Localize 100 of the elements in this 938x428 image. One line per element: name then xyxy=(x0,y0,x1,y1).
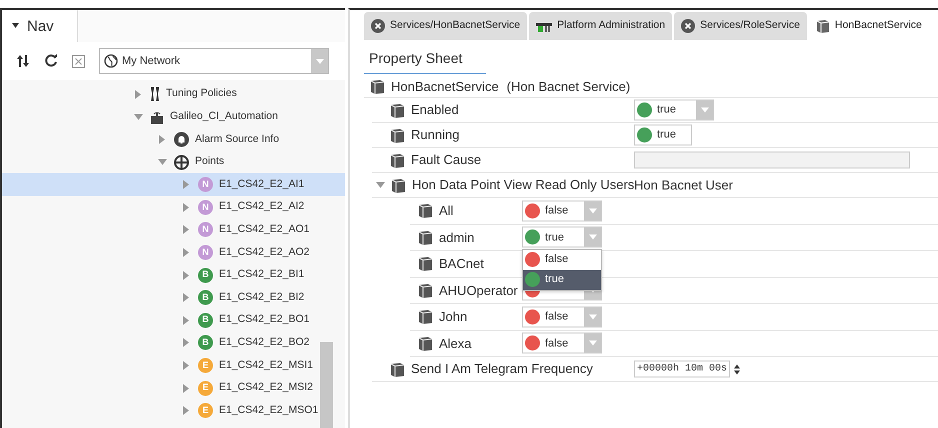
expand-arrow-icon[interactable] xyxy=(183,338,189,348)
close-icon xyxy=(681,19,696,33)
tree-item[interactable]: E E1_CS42_E2_MSI1 xyxy=(2,354,345,377)
caret-icon xyxy=(700,108,708,112)
tree-item[interactable]: B E1_CS42_E2_BO1 xyxy=(2,308,345,332)
caret-icon xyxy=(316,58,324,64)
property-label: Fault Cause xyxy=(411,151,482,170)
collapse-arrow-icon[interactable] xyxy=(376,182,385,188)
tree-label: Tuning Policies xyxy=(166,86,237,102)
expand-arrow-icon[interactable] xyxy=(183,384,189,393)
caret-icon xyxy=(588,208,596,214)
tree-item[interactable]: Alarm Source Info xyxy=(2,128,345,151)
property-label: Enabled xyxy=(411,101,459,120)
cube-icon xyxy=(418,336,433,351)
tree-item[interactable]: Points xyxy=(2,150,345,174)
cube-icon xyxy=(390,102,405,118)
sort-icon[interactable] xyxy=(16,54,30,68)
badge: E xyxy=(198,358,213,373)
expand-arrow-icon[interactable] xyxy=(159,134,165,144)
value-dropdown[interactable]: false xyxy=(522,306,602,328)
tree-item[interactable]: E E1_CS42_E2_MSI2 xyxy=(2,376,345,400)
expand-arrow-icon[interactable] xyxy=(183,270,189,280)
badge: E xyxy=(198,380,213,396)
tree-item[interactable]: E E1_CS42_E2_MSO1 xyxy=(2,399,345,422)
value-dropdown[interactable]: false xyxy=(522,332,602,354)
cube-icon xyxy=(418,256,433,272)
expand-arrow-icon[interactable] xyxy=(183,360,189,370)
badge: N xyxy=(198,200,213,215)
nav-tab[interactable]: Nav xyxy=(2,10,78,42)
caret-icon xyxy=(588,340,596,346)
value-dropdown[interactable]: true xyxy=(522,226,602,248)
expand-arrow-icon[interactable] xyxy=(183,293,189,302)
tree-label: Galileo_CI_Automation xyxy=(170,109,278,124)
menu-option[interactable]: false xyxy=(523,250,601,270)
expand-arrow-icon[interactable] xyxy=(183,202,189,212)
spinner-icon[interactable] xyxy=(733,363,742,375)
property-label: Running xyxy=(411,126,460,144)
expand-arrow-icon[interactable] xyxy=(183,316,189,325)
value-dropdown[interactable]: true xyxy=(634,100,714,120)
property-label: HonBacnetService xyxy=(391,78,499,96)
tree-item[interactable]: Galileo_CI_Automation xyxy=(2,106,345,128)
duration-field[interactable]: +00000h 10m 00s xyxy=(634,360,730,378)
fault-cause-field[interactable] xyxy=(634,152,910,168)
tree-item[interactable]: B E1_CS42_E2_BI2 xyxy=(2,286,345,309)
tree-label: E1_CS42_E2_BO2 xyxy=(219,334,310,350)
service-type: (Hon Bacnet Service) xyxy=(506,78,630,96)
expand-arrow-icon[interactable] xyxy=(183,406,189,416)
view-tab[interactable]: Platform Administration xyxy=(529,12,672,40)
tree-label: Points xyxy=(195,154,224,170)
expand-arrow-icon[interactable] xyxy=(183,180,189,190)
bell-icon xyxy=(174,132,189,147)
tree-item[interactable]: B E1_CS42_E2_BI1 xyxy=(2,264,345,286)
cube-icon xyxy=(391,178,406,192)
cube-icon xyxy=(390,362,405,376)
property-sheet-tab[interactable]: Property Sheet xyxy=(364,46,486,74)
property-label: BACnet xyxy=(439,255,484,273)
badge: B xyxy=(198,335,213,350)
close-icon xyxy=(371,19,385,33)
collapse-arrow-icon[interactable] xyxy=(134,114,142,120)
property-label: Send I Am Telegram Frequency xyxy=(411,360,593,378)
device-icon xyxy=(150,110,164,124)
property-label: John xyxy=(439,308,468,326)
tree-item[interactable]: N E1_CS42_E2_AI2 xyxy=(2,196,345,219)
tree-label: E1_CS42_E2_MSI2 xyxy=(219,380,313,396)
view-tab[interactable]: Services/RoleService xyxy=(674,12,807,40)
badge: N xyxy=(198,222,213,238)
refresh-icon[interactable] xyxy=(44,54,58,68)
globe-icon xyxy=(104,54,118,68)
tree-label: E1_CS42_E2_AI2 xyxy=(219,199,304,214)
tree-item[interactable]: N E1_CS42_E2_AI1 xyxy=(2,173,345,196)
nav-title: Nav xyxy=(27,17,54,37)
badge: B xyxy=(198,290,213,306)
network-dropdown[interactable]: My Network xyxy=(99,48,329,74)
menu-option[interactable]: true xyxy=(523,270,601,290)
tree-item[interactable]: B E1_CS42_E2_BO2 xyxy=(2,332,345,354)
property-label: AHUOperator xyxy=(439,282,518,300)
tree-label: E1_CS42_E2_BI2 xyxy=(219,290,304,305)
tree-label: E1_CS42_E2_MSI1 xyxy=(219,358,313,373)
view-tab[interactable]: Services/HonBacnetService xyxy=(364,12,528,40)
tree-label: E1_CS42_E2_AO2 xyxy=(219,244,310,260)
property-label: Hon Data Point View Read Only Users xyxy=(412,176,634,194)
expand-arrow-icon[interactable] xyxy=(183,248,189,257)
tree-label: E1_CS42_E2_BI1 xyxy=(219,267,304,282)
cube-icon xyxy=(390,152,405,168)
caret-icon xyxy=(588,314,596,320)
tree-item[interactable]: Tuning Policies xyxy=(2,83,345,106)
expand-arrow-icon[interactable] xyxy=(135,90,141,99)
cube-icon xyxy=(390,128,405,142)
collapse-arrow-icon[interactable] xyxy=(158,159,166,166)
caret-icon xyxy=(588,234,596,240)
cube-icon xyxy=(418,309,433,324)
close-box-icon[interactable] xyxy=(72,54,85,68)
caret-icon[interactable] xyxy=(12,23,19,28)
tree-label: E1_CS42_E2_AI1 xyxy=(219,176,304,192)
value-dropdown[interactable]: false xyxy=(522,200,602,222)
tree-item[interactable]: N E1_CS42_E2_AO2 xyxy=(2,241,345,264)
cube-icon xyxy=(418,230,433,245)
tree-item[interactable]: N E1_CS42_E2_AO1 xyxy=(2,218,345,242)
expand-arrow-icon[interactable] xyxy=(183,225,189,234)
cube-icon xyxy=(418,282,433,298)
